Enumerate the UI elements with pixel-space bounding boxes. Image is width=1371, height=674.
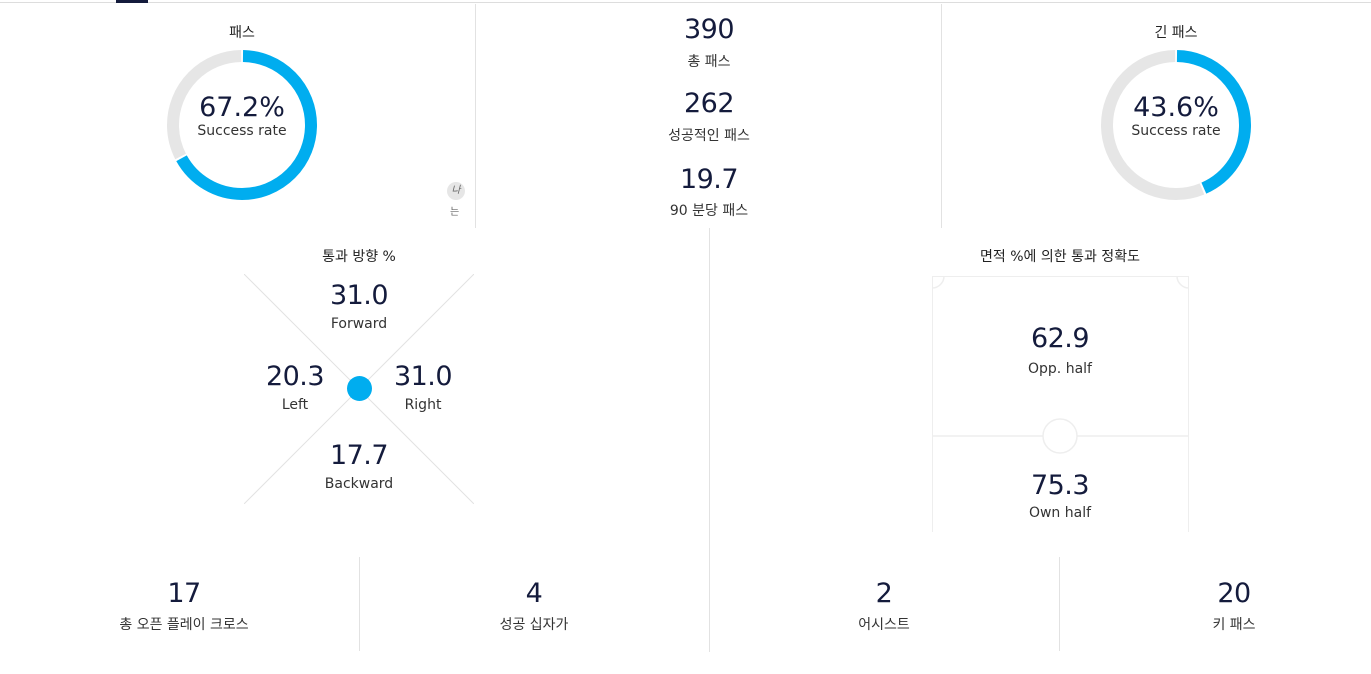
right-value: 31.0 [393,361,453,392]
divider [359,557,360,651]
opp-half-label: Opp. half [1028,361,1092,377]
active-tab-indicator[interactable] [116,0,148,3]
long-passes-value: 43.6% [1133,92,1219,123]
direction-center-dot [347,376,372,401]
long-passes-label: Success rate [1131,123,1221,139]
key-passes-label: 키 패스 [1212,617,1256,633]
passes-center: 67.2% Success rate [162,92,322,139]
passes-title: 패스 [229,25,255,41]
passes-per-90-label: 90 분당 패스 [669,203,749,219]
assists-value: 2 [875,578,893,609]
divider [1059,557,1060,651]
backward-value: 17.7 [309,440,409,471]
left-value: 20.3 [265,361,325,392]
own-half-value: 75.3 [1030,470,1090,501]
passes-per-90-value: 19.7 [679,164,739,195]
successful-crosses-value: 4 [525,578,543,609]
forward-value: 31.0 [309,280,409,311]
long-passes-title: 긴 패스 [1154,25,1198,41]
backward-label: Backward [309,476,409,492]
assists-label: 어시스트 [858,617,910,633]
divider [709,228,710,652]
total-passes-value: 390 [683,14,735,45]
successful-crosses-label: 성공 십자가 [499,617,569,633]
forward-label: Forward [309,316,409,332]
passes-value: 67.2% [199,92,285,123]
divider [475,4,476,228]
left-label: Left [281,397,309,413]
top-divider [0,2,1371,3]
opp-half-value: 62.9 [1030,323,1090,354]
passes-label: Success rate [197,123,287,139]
successful-passes-value: 262 [683,88,735,119]
key-passes-value: 20 [1217,578,1251,609]
open-play-crosses-value: 17 [167,578,201,609]
direction-title: 통과 방향 % [322,249,396,265]
total-passes-label: 총 패스 [687,54,731,70]
long-passes-center: 43.6% Success rate [1096,92,1256,139]
successful-passes-label: 성공적인 패스 [668,128,750,144]
right-label: Right [404,397,442,413]
badge-text: 는 [450,207,460,218]
badge-icon: 나 [447,182,465,200]
divider [941,4,942,228]
own-half-label: Own half [1028,505,1092,521]
area-title: 면적 %에 의한 통과 정확도 [980,249,1140,265]
open-play-crosses-label: 총 오픈 플레이 크로스 [119,617,249,633]
